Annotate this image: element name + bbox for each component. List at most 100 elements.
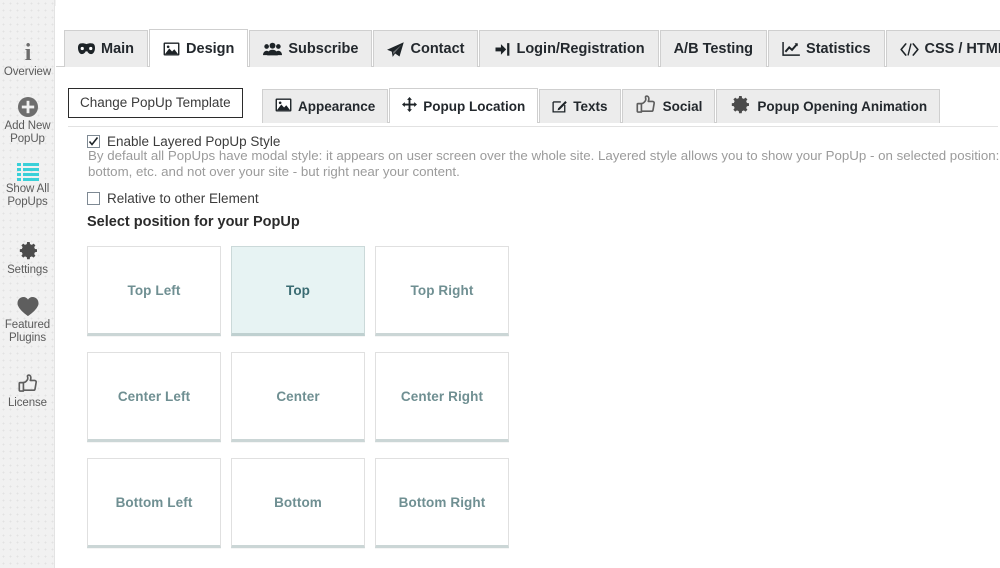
subtab-popup-location[interactable]: Popup Location (389, 88, 539, 123)
tab-subscribe[interactable]: Subscribe (249, 30, 373, 67)
arrows-move-icon (402, 97, 418, 115)
sidebar-item-label-line1: Featured (4, 319, 51, 331)
code-icon (899, 42, 919, 56)
sign-in-icon (493, 42, 510, 57)
paper-plane-icon (387, 41, 405, 57)
sidebar-item-label-line1: Add New (4, 120, 51, 132)
sidebar-item-add-new-popup[interactable]: Add New PopUp (0, 96, 55, 146)
tab-main[interactable]: Main (64, 30, 149, 67)
sidebar-item-label-line2: PopUps (7, 196, 48, 208)
plus-circle-icon (0, 96, 55, 118)
tab-label: A/B Testing (673, 41, 754, 57)
sidebar-item-label: Overview (3, 66, 52, 78)
layered-help-text: By default all PopUps have modal style: … (88, 148, 1000, 179)
subtab-label: Texts (573, 99, 608, 114)
sidebar-item-label: License (8, 397, 47, 409)
tab-design[interactable]: Design (149, 29, 249, 67)
position-cell-label: Bottom Left (115, 494, 193, 510)
sidebar-item-show-all-popups[interactable]: Show All PopUps (0, 163, 55, 209)
subtab-label: Popup Location (423, 98, 526, 114)
sidebar-item-label-line2: Plugins (8, 332, 47, 344)
position-cell-center-right[interactable]: Center Right (375, 352, 509, 442)
change-popup-template-button[interactable]: Change PopUp Template (68, 88, 243, 118)
subtab-label: Appearance (298, 99, 376, 114)
edit-icon (552, 98, 568, 116)
subtab-popup-opening-animation[interactable]: Popup Opening Animation (716, 89, 941, 123)
app-screen: i Overview Add New PopUp Show All PopUps Setti… (0, 0, 1000, 568)
section-divider (68, 126, 998, 127)
position-cell-center[interactable]: Center (231, 352, 365, 442)
subtab-label: Popup Opening Animation (757, 99, 928, 114)
position-grid-row: Center Left Center Center Right (87, 352, 519, 458)
tab-statistics[interactable]: Statistics (768, 30, 885, 67)
thumbs-up-icon (0, 373, 55, 395)
primary-tab-bar: Main Design Subscribe Contact Login/Registra… (64, 29, 1000, 67)
subtab-appearance[interactable]: Appearance (262, 89, 389, 123)
position-cell-label: Bottom (274, 494, 322, 510)
position-cell-label: Top Left (127, 282, 181, 298)
relative-element-row[interactable]: Relative to other Element (87, 191, 259, 206)
mask-icon (78, 42, 95, 56)
position-cell-top-left[interactable]: Top Left (87, 246, 221, 336)
tab-label: Contact (410, 41, 465, 57)
users-icon (263, 42, 283, 56)
tab-css-html-code[interactable]: CSS / HTML Code (885, 30, 1000, 67)
image-icon (275, 98, 292, 115)
tab-label: CSS / HTML Code (924, 41, 1000, 57)
sidebar-item-label: Show All PopUps (0, 183, 55, 209)
position-cell-bottom[interactable]: Bottom (231, 458, 365, 548)
tab-label: Login/Registration (516, 41, 645, 57)
image-icon (163, 41, 180, 56)
tab-label: Main (101, 41, 135, 57)
tab-login-registration[interactable]: Login/Registration (479, 30, 659, 67)
sidebar-item-label-line1: Show All (5, 183, 50, 195)
subtab-label: Social (662, 99, 703, 114)
position-cell-top[interactable]: Top (231, 246, 365, 336)
sidebar-item-settings[interactable]: Settings (0, 240, 55, 277)
tab-label: Subscribe (288, 41, 359, 57)
page-title: Select position for your PopUp (87, 214, 300, 230)
position-grid-row: Top Left Top Top Right (87, 246, 519, 352)
sidebar-item-label: Add New PopUp (0, 120, 55, 146)
list-icon (0, 163, 55, 181)
svg-text:i: i (24, 40, 31, 64)
position-cell-label: Center Right (400, 388, 484, 404)
tab-a-b-testing[interactable]: A/B Testing (659, 30, 768, 67)
sidebar-item-label-line2: PopUp (10, 133, 45, 145)
enable-layered-label: Enable Layered PopUp Style (107, 134, 281, 149)
position-cell-bottom-right[interactable]: Bottom Right (375, 458, 509, 548)
position-cell-bottom-left[interactable]: Bottom Left (87, 458, 221, 548)
position-grid: Top Left Top Top Right Center Left Center Cen… (87, 246, 519, 564)
info-icon: i (0, 40, 55, 64)
tab-contact[interactable]: Contact (373, 30, 479, 67)
gear-icon (0, 240, 55, 262)
gear-icon (729, 94, 751, 119)
sidebar-item-overview[interactable]: i Overview (0, 40, 55, 79)
relative-element-checkbox[interactable] (87, 192, 100, 205)
position-cell-label: Bottom Right (398, 494, 486, 510)
position-cell-label: Center (276, 388, 320, 404)
chart-line-icon (782, 42, 800, 56)
heart-icon (0, 296, 55, 317)
sidebar-item-featured-plugins[interactable]: Featured Plugins (0, 296, 55, 345)
position-cell-label: Center Left (117, 388, 191, 404)
enable-layered-checkbox[interactable] (87, 135, 100, 148)
position-grid-row: Bottom Left Bottom Bottom Right (87, 458, 519, 564)
subtab-texts[interactable]: Texts (539, 89, 621, 123)
secondary-tab-bar: Appearance Popup Location Texts Social Popup… (262, 88, 941, 123)
position-cell-top-right[interactable]: Top Right (375, 246, 509, 336)
tab-label: Statistics (806, 41, 871, 57)
relative-element-label: Relative to other Element (107, 191, 259, 206)
sidebar-item-label: Featured Plugins (0, 319, 55, 345)
sidebar: i Overview Add New PopUp Show All PopUps Setti… (0, 0, 55, 568)
position-cell-label: Top Right (410, 282, 474, 298)
position-cell-label: Top (285, 282, 311, 298)
main-panel: Main Design Subscribe Contact Login/Registra… (56, 0, 1000, 568)
sidebar-item-license[interactable]: License (0, 373, 55, 410)
position-cell-center-left[interactable]: Center Left (87, 352, 221, 442)
sidebar-item-label: Settings (7, 264, 48, 276)
tab-label: Design (186, 40, 235, 57)
enable-layered-row[interactable]: Enable Layered PopUp Style (87, 134, 280, 149)
thumbs-up-icon (635, 94, 657, 119)
subtab-social[interactable]: Social (621, 89, 716, 123)
